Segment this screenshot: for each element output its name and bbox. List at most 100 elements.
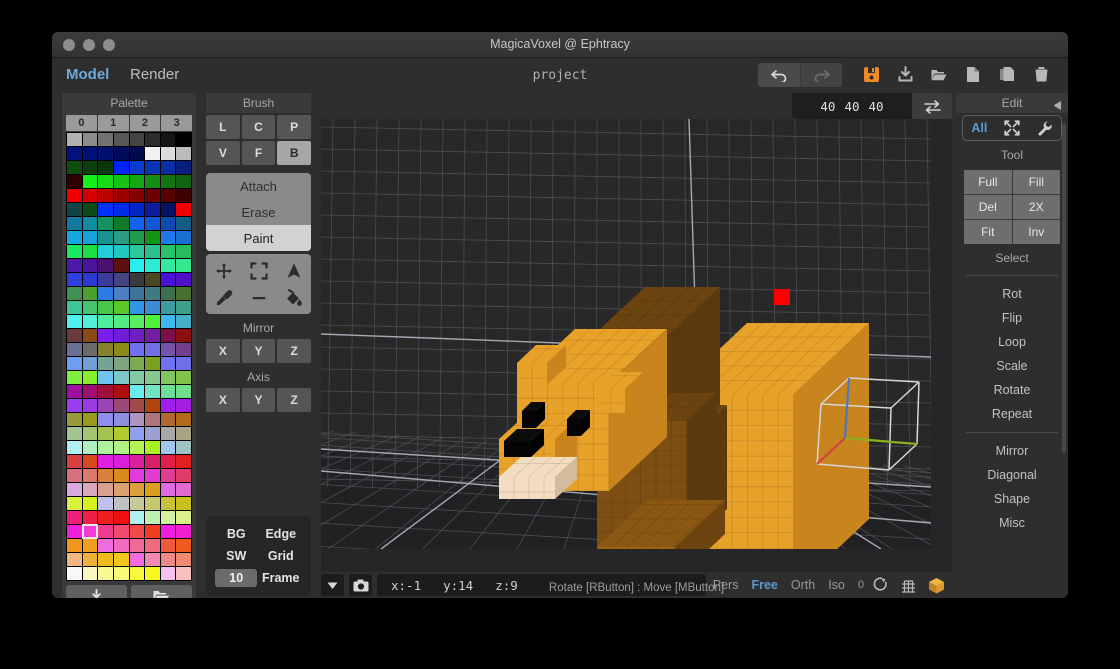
brush-shape-f[interactable]: F — [242, 141, 276, 165]
palette-swatch[interactable] — [83, 175, 98, 188]
palette-swatch[interactable] — [130, 231, 145, 244]
frame-number-input[interactable]: 10 — [215, 569, 257, 587]
palette-swatch[interactable] — [67, 273, 82, 286]
brush-mode-attach[interactable]: Attach — [206, 173, 311, 199]
palette-swatch[interactable] — [145, 343, 160, 356]
edit-item-shape[interactable]: Shape — [956, 487, 1068, 511]
palette-swatch[interactable] — [161, 539, 176, 552]
palette-swatch[interactable] — [130, 483, 145, 496]
palette-swatch[interactable] — [130, 217, 145, 230]
palette-swatch[interactable] — [176, 133, 191, 146]
cursor-arrow-icon[interactable] — [276, 257, 311, 284]
palette-swatch[interactable] — [161, 371, 176, 384]
palette-swatch[interactable] — [176, 175, 191, 188]
palette-swatch[interactable] — [130, 511, 145, 524]
palette-swatch[interactable] — [98, 427, 113, 440]
axis-x[interactable]: X — [206, 388, 240, 412]
palette-swatch[interactable] — [67, 301, 82, 314]
palette-swatch[interactable] — [83, 525, 98, 538]
palette-swatch[interactable] — [130, 427, 145, 440]
palette-swatch[interactable] — [161, 175, 176, 188]
palette-swatch[interactable] — [130, 273, 145, 286]
palette-swatch[interactable] — [130, 315, 145, 328]
palette-swatch[interactable] — [98, 539, 113, 552]
palette-swatch[interactable] — [130, 203, 145, 216]
palette-swatch[interactable] — [176, 469, 191, 482]
palette-swatch[interactable] — [145, 273, 160, 286]
palette-swatch[interactable] — [67, 189, 82, 202]
palette-swatch[interactable] — [114, 483, 129, 496]
edit-item-misc[interactable]: Misc — [956, 511, 1068, 535]
palette-swatch[interactable] — [98, 553, 113, 566]
edit-item-flip[interactable]: Flip — [956, 306, 1068, 330]
palette-swatch[interactable] — [161, 161, 176, 174]
palette-load-button[interactable] — [131, 585, 192, 598]
palette-swatch[interactable] — [83, 399, 98, 412]
palette-swatch[interactable] — [114, 539, 129, 552]
palette-swatch[interactable] — [161, 399, 176, 412]
palette-swatch[interactable] — [130, 371, 145, 384]
palette-swatch[interactable] — [83, 273, 98, 286]
palette-swatch[interactable] — [98, 329, 113, 342]
palette-swatch[interactable] — [161, 427, 176, 440]
palette-swatch[interactable] — [98, 147, 113, 160]
palette-swatch[interactable] — [114, 427, 129, 440]
palette-swatch[interactable] — [130, 189, 145, 202]
palette-swatch[interactable] — [161, 455, 176, 468]
palette-swatch[interactable] — [176, 301, 191, 314]
palette-swatch[interactable] — [67, 567, 82, 580]
palette-swatch[interactable] — [161, 385, 176, 398]
edit-item-loop[interactable]: Loop — [956, 330, 1068, 354]
edit-item-rotate[interactable]: Rotate — [956, 378, 1068, 402]
palette-swatch[interactable] — [145, 483, 160, 496]
palette-swatch[interactable] — [67, 245, 82, 258]
bg-toggle[interactable]: BG — [214, 527, 259, 541]
model-size-display[interactable]: 40 40 40 — [792, 93, 912, 119]
palette-swatch[interactable] — [161, 133, 176, 146]
palette-swatch[interactable] — [161, 147, 176, 160]
palette-swatch[interactable] — [98, 455, 113, 468]
palette-swatch[interactable] — [83, 133, 98, 146]
palette-swatch[interactable] — [145, 357, 160, 370]
palette-swatch[interactable] — [98, 315, 113, 328]
palette-swatch[interactable] — [83, 427, 98, 440]
palette-swatch[interactable] — [176, 273, 191, 286]
edit-tool-fill[interactable]: Fill — [1013, 170, 1061, 194]
palette-swatch[interactable] — [114, 301, 129, 314]
palette-swatch[interactable] — [98, 469, 113, 482]
palette-swatch[interactable] — [176, 553, 191, 566]
palette-swatch[interactable] — [130, 245, 145, 258]
palette-swatch[interactable] — [130, 567, 145, 580]
palette-swatch[interactable] — [67, 399, 82, 412]
palette-swatch[interactable] — [176, 161, 191, 174]
palette-swatch[interactable] — [161, 203, 176, 216]
eyedropper-icon[interactable] — [206, 284, 241, 311]
palette-swatch[interactable] — [114, 203, 129, 216]
palette-swatch[interactable] — [176, 385, 191, 398]
brush-shape-v[interactable]: V — [206, 141, 240, 165]
palette-swatch[interactable] — [161, 357, 176, 370]
palette-swatch[interactable] — [145, 217, 160, 230]
size-x[interactable]: 40 — [820, 99, 835, 114]
brush-shape-l[interactable]: L — [206, 115, 240, 139]
paint-bucket-icon[interactable] — [276, 284, 311, 311]
palette-swatch[interactable] — [145, 385, 160, 398]
arrows-expand-icon[interactable] — [996, 120, 1029, 136]
palette-swatch[interactable] — [161, 231, 176, 244]
palette-column-2[interactable]: 2 — [130, 115, 161, 131]
export-icon[interactable] — [888, 62, 922, 87]
palette-swatch[interactable] — [145, 175, 160, 188]
palette-swatch[interactable] — [98, 189, 113, 202]
palette-swatch[interactable] — [161, 553, 176, 566]
palette-swatch[interactable] — [176, 203, 191, 216]
palette-swatch[interactable] — [83, 413, 98, 426]
palette-swatch[interactable] — [161, 189, 176, 202]
palette-swatch[interactable] — [145, 441, 160, 454]
palette-swatch[interactable] — [83, 217, 98, 230]
palette-swatch[interactable] — [98, 357, 113, 370]
palette-swatch[interactable] — [161, 273, 176, 286]
palette-swatch[interactable] — [130, 497, 145, 510]
palette-swatch[interactable] — [114, 399, 129, 412]
save-icon[interactable] — [854, 62, 888, 87]
palette-swatch[interactable] — [161, 441, 176, 454]
